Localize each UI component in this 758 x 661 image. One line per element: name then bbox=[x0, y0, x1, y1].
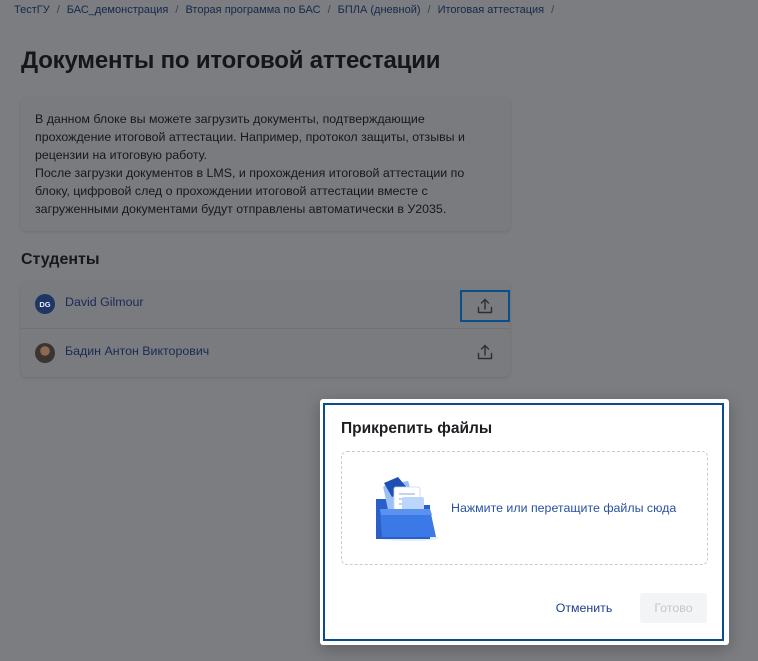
upload-button[interactable] bbox=[460, 290, 510, 322]
upload-icon bbox=[477, 298, 493, 314]
breadcrumb-separator: / bbox=[427, 4, 431, 16]
student-name[interactable]: Бадин Антон Викторович bbox=[65, 344, 209, 358]
breadcrumb-item-university[interactable]: ТестГУ bbox=[14, 4, 50, 16]
file-dropzone[interactable]: Нажмите или перетащите файлы сюда bbox=[341, 451, 708, 565]
dropzone-text: Нажмите или перетащите файлы сюда bbox=[451, 501, 677, 515]
student-row: DG David Gilmour bbox=[21, 282, 510, 329]
breadcrumb-separator: / bbox=[551, 4, 555, 16]
breadcrumb-separator: / bbox=[56, 4, 60, 16]
breadcrumb-separator: / bbox=[175, 4, 179, 16]
upload-icon bbox=[477, 344, 493, 360]
breadcrumb-item-course[interactable]: БАС_демонстрация bbox=[67, 4, 169, 16]
attach-files-modal: Прикрепить файлы Нажмите или перетащите … bbox=[320, 399, 729, 645]
page-title: Документы по итоговой аттестации bbox=[21, 47, 441, 74]
breadcrumb-separator: / bbox=[327, 4, 331, 16]
student-name[interactable]: David Gilmour bbox=[65, 295, 144, 309]
upload-button[interactable] bbox=[460, 336, 510, 368]
done-button[interactable]: Готово bbox=[640, 593, 707, 623]
breadcrumb: ТестГУ / БАС_демонстрация / Вторая прогр… bbox=[14, 3, 561, 17]
students-list: DG David Gilmour Бадин Антон Викторович bbox=[21, 282, 510, 377]
avatar: DG bbox=[35, 294, 55, 314]
info-text: В данном блоке вы можете загрузить докум… bbox=[35, 112, 465, 216]
breadcrumb-item-attestation[interactable]: Итоговая аттестация bbox=[438, 4, 545, 16]
breadcrumb-item-group[interactable]: БПЛА (дневной) bbox=[338, 4, 421, 16]
info-card: В данном блоке вы можете загрузить докум… bbox=[21, 97, 510, 231]
students-section-title: Студенты bbox=[21, 251, 100, 268]
cancel-button[interactable]: Отменить bbox=[546, 593, 622, 623]
modal-title: Прикрепить файлы bbox=[341, 420, 493, 437]
avatar bbox=[35, 343, 55, 363]
breadcrumb-item-program[interactable]: Вторая программа по БАС bbox=[185, 4, 320, 16]
folder-icon bbox=[376, 477, 439, 541]
student-row: Бадин Антон Викторович bbox=[21, 330, 510, 377]
